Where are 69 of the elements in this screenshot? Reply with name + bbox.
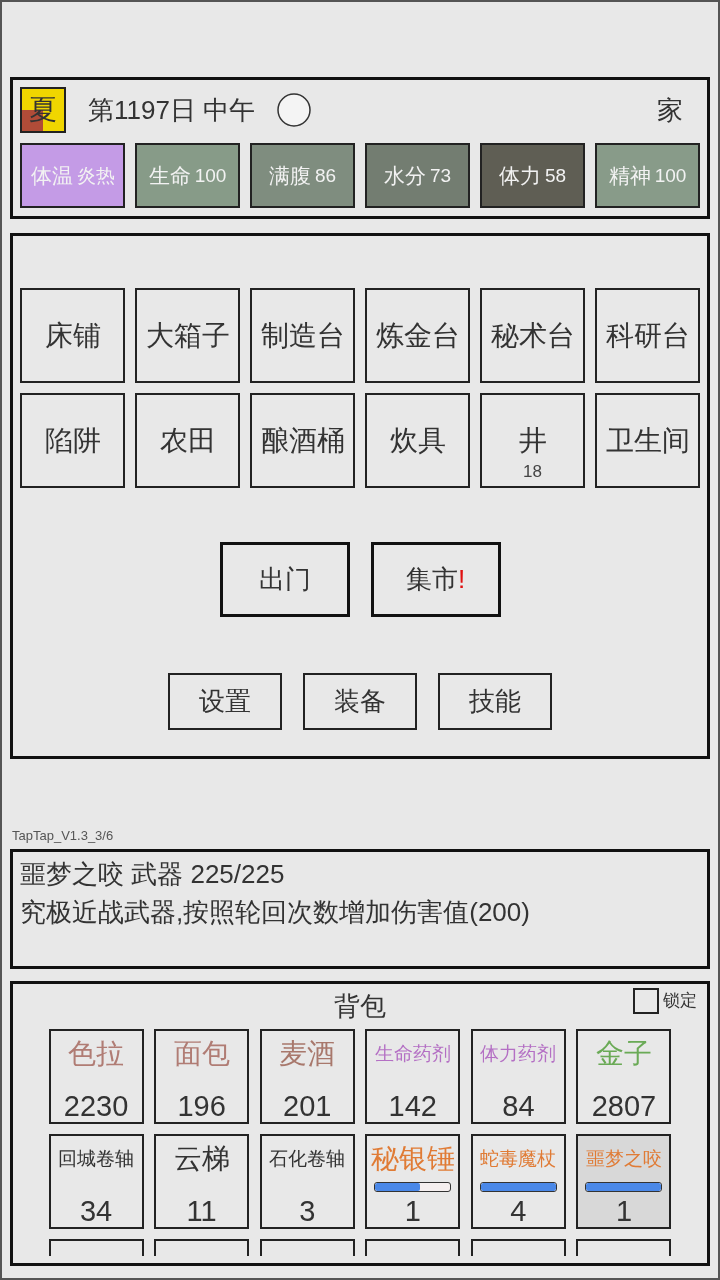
location-label: 家 [657,93,683,127]
facility-button[interactable]: 大箱子 [135,288,240,383]
stat-tile: 体力 58 [480,143,585,208]
item-name: 秘银锤 [370,1142,455,1176]
facility-button[interactable]: 井 18 [480,393,585,488]
item-name: 麦酒 [279,1037,336,1071]
lock-label: 锁定 [663,990,697,1012]
item-count: 84 [502,1090,535,1122]
item-title: 噩梦之咬 武器 225/225 [20,858,285,891]
inventory-slot[interactable]: 噩梦之咬 1 [576,1134,672,1229]
inventory-slot[interactable]: 秘银锤 1 [365,1134,461,1229]
facility-button[interactable]: 秘术台 [480,288,585,383]
item-name: 蛇毒魔杖 [480,1147,557,1171]
inventory-slot[interactable]: 麦酒 201 [259,1029,355,1124]
item-name: 石化卷轴 [269,1147,346,1171]
inventory-title: 背包 [334,990,386,1023]
inventory-slot[interactable]: 蛇毒魔杖 4 [470,1134,566,1229]
item-count: 1 [615,1195,633,1227]
facility-button[interactable]: 卫生间 [595,393,700,488]
item-name: 体力药剂 [480,1042,557,1066]
inventory-slot[interactable]: 生命药剂 142 [365,1029,461,1124]
facility-button[interactable]: 制造台 [250,288,355,383]
item-count: 142 [388,1090,437,1122]
menu-button[interactable]: 技能 [438,673,552,730]
inventory-slot[interactable]: 金子 2807 [576,1029,672,1124]
inventory-slot[interactable]: 面包 196 [154,1029,250,1124]
action-button[interactable]: 集市! [370,542,501,617]
inventory-slot[interactable]: 回城卷轴 34 [48,1134,144,1229]
item-count: 3 [299,1195,316,1227]
facility-button[interactable]: 农田 [135,393,240,488]
item-name: 金子 [596,1037,652,1071]
inventory-slot[interactable]: 云梯 11 [154,1134,250,1229]
item-name: 面包 [173,1037,230,1071]
item-count: 4 [510,1195,527,1227]
item-count: 196 [177,1090,226,1122]
menu-button[interactable]: 装备 [303,673,417,730]
item-name: 回城卷轴 [58,1147,134,1171]
menu-button[interactable]: 设置 [168,673,282,730]
item-count: 34 [79,1195,113,1227]
circle-icon [277,93,312,127]
facility-button[interactable]: 炼金台 [365,288,470,383]
season-label: 夏 [29,96,57,124]
stat-tile: 水分 73 [365,143,470,208]
item-name: 云梯 [173,1142,230,1176]
item-name: 色拉 [68,1037,124,1071]
version-label: TapTap_V1.3_3/6 [12,827,114,844]
item-name: 生命药剂 [374,1042,451,1066]
facility-button[interactable]: 炊具 [365,393,470,488]
item-description: 究极近战武器,按照轮回次数增加伤害值(200) [20,896,530,929]
inventory-slot[interactable]: 色拉 2230 [48,1029,144,1124]
stat-tile: 生命 100 [135,143,240,208]
facility-button[interactable]: 酿酒桶 [250,393,355,488]
item-count: 11 [186,1195,217,1227]
stat-tile: 体温 炎热 [20,143,125,208]
stat-tile: 精神 100 [595,143,700,208]
item-name: 噩梦之咬 [586,1147,662,1171]
item-count: 2230 [63,1090,129,1122]
facility-button[interactable]: 床铺 [20,288,125,383]
stat-tile: 满腹 86 [250,143,355,208]
item-count: 201 [283,1090,332,1122]
inventory-slot[interactable]: 石化卷轴 3 [259,1134,355,1229]
lock-checkbox[interactable] [633,987,659,1014]
inventory-slot[interactable]: 体力药剂 84 [470,1029,566,1124]
day-time-label: 第1197日 中午 [88,93,256,127]
item-count: 2807 [591,1090,657,1122]
facility-button[interactable]: 陷阱 [20,393,125,488]
facility-button[interactable]: 科研台 [595,288,700,383]
action-button[interactable]: 出门 [219,542,350,617]
item-count: 1 [404,1195,421,1227]
